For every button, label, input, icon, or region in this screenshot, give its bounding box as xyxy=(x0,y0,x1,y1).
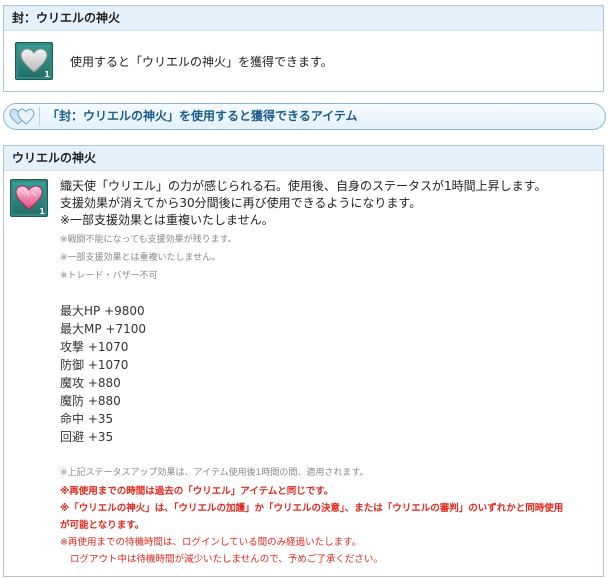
small-note: ※トレード・バザー不可 xyxy=(60,271,158,281)
seal-item-quantity: 1 xyxy=(44,70,50,79)
stat-magic-attack: 魔攻 +880 xyxy=(60,376,121,390)
banner-title: 「封：ウリエルの神火」を使用すると獲得できるアイテム xyxy=(47,109,358,123)
obtainable-items-banner: 「封：ウリエルの神火」を使用すると獲得できるアイテム xyxy=(3,103,606,130)
small-note: ※戦闘不能になっても支援効果が残ります。 xyxy=(60,235,237,245)
stat-magic-defense: 魔防 +880 xyxy=(60,394,121,408)
double-heart-icon xyxy=(9,108,35,125)
stat-evasion: 回避 +35 xyxy=(60,430,114,444)
footer-note: ※上記ステータスアップ効果は、アイテム使用後1時間の間、適用されます。 xyxy=(60,468,369,478)
seal-item-description: 使用すると「ウリエルの神火」を獲得できます。 xyxy=(70,55,333,69)
stat-max-mp: 最大MP +7100 xyxy=(60,322,146,336)
stat-max-hp: 最大HP +9800 xyxy=(60,304,145,318)
seal-item-icon-frame: 1 xyxy=(15,42,53,80)
item-icon-frame: 1 xyxy=(10,179,48,217)
item-detail-box: ウリエルの神火 1 織天使「ウリエル」の力が感じられる石。使用後、自身のステータ… xyxy=(3,145,604,577)
stat-attack: 攻撃 +1070 xyxy=(60,340,129,354)
stat-defense: 防御 +1070 xyxy=(60,358,129,372)
seal-item-box: 封：ウリエルの神火 1 使用すると「ウリエルの神火」を獲得できます。 xyxy=(3,5,604,92)
item-quantity: 1 xyxy=(39,207,45,216)
item-description: 織天使「ウリエル」の力が感じられる石。使用後、自身のステータスが1時間上昇します… xyxy=(60,178,546,229)
notice-line: ※再使用までの待機時間は、ログインしている間のみ経過いたします。 xyxy=(60,537,362,548)
stat-list: 最大HP +9800 最大MP +7100 攻撃 +1070 防御 +1070 … xyxy=(60,302,146,446)
description-line: 支援効果が消えてから30分間後に再び使用できるようになります。 xyxy=(60,196,422,210)
stat-accuracy: 命中 +35 xyxy=(60,412,114,426)
item-title: ウリエルの神火 xyxy=(4,146,603,171)
seal-item-title: 封：ウリエルの神火 xyxy=(4,6,603,31)
small-notes: ※戦闘不能になっても支援効果が残ります。 ※一部支援効果とは重複いたしません。 … xyxy=(60,231,237,285)
warning-line: ※再使用までの時間は過去の「ウリエル」アイテムと同じです。 xyxy=(60,486,334,497)
description-line: 織天使「ウリエル」の力が感じられる石。使用後、自身のステータスが1時間上昇します… xyxy=(60,179,547,193)
description-line: ※一部支援効果とは重複いたしません。 xyxy=(60,213,274,227)
red-warning-notes: ※再使用までの時間は過去の「ウリエル」アイテムと同じです。 ※「ウリエルの神火」… xyxy=(60,483,563,568)
warning-line: が可能となります。 xyxy=(60,520,145,531)
small-note: ※一部支援効果とは重複いたしません。 xyxy=(60,253,221,263)
warning-line: ※「ウリエルの神火」は、「ウリエルの加護」か「ウリエルの決意」、または「ウリエル… xyxy=(60,503,564,514)
notice-line: ログアウト中は待機時間が減少いたしませんので、予めご了承ください。 xyxy=(70,554,383,565)
